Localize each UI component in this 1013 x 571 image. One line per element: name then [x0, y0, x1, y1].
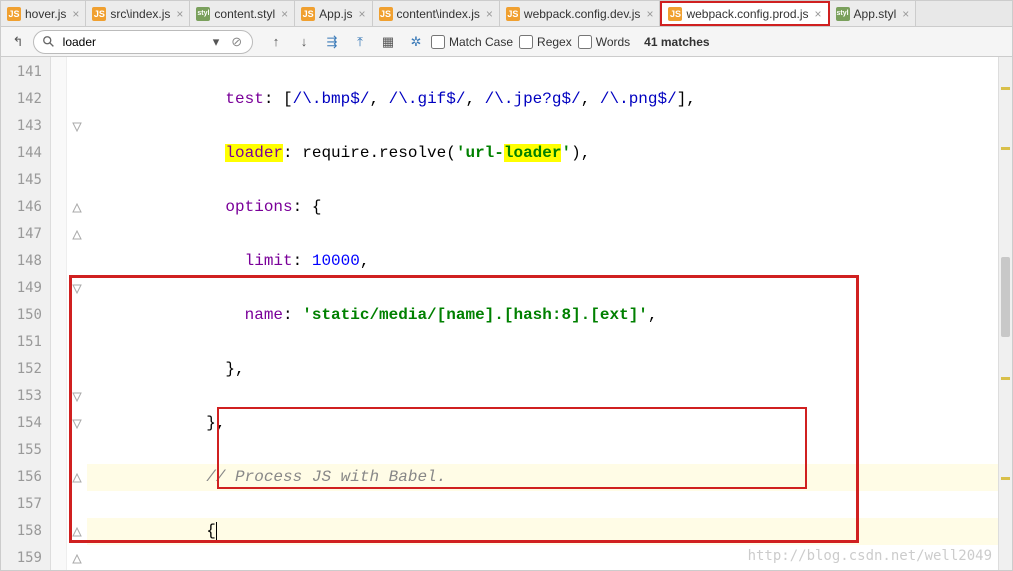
tab-app-styl[interactable]: styl App.styl × — [830, 1, 917, 26]
find-bar: ↰ ▾ ⊘ ↑ ↓ ⇶ ⤒ ▦ ✲ Match Case Regex Wor — [1, 27, 1012, 57]
fold-toggle[interactable] — [67, 221, 87, 248]
styl-icon: styl — [196, 7, 210, 21]
fold-toggle[interactable] — [67, 275, 87, 302]
next-match-icon[interactable]: ↓ — [295, 33, 313, 51]
tab-label: webpack.config.dev.js — [524, 7, 641, 21]
vertical-scrollbar[interactable] — [998, 57, 1012, 570]
close-icon[interactable]: × — [486, 7, 493, 21]
fold-gutter — [51, 57, 67, 570]
search-actions: ↑ ↓ ⇶ ⤒ ▦ ✲ — [267, 33, 425, 51]
search-icon — [42, 33, 57, 51]
close-icon[interactable]: × — [902, 7, 909, 21]
fold-toggle[interactable] — [67, 194, 87, 221]
tab-label: webpack.config.prod.js — [686, 7, 808, 21]
match-count: 41 matches — [644, 35, 709, 49]
settings-icon[interactable]: ✲ — [407, 33, 425, 51]
tab-label: hover.js — [25, 7, 66, 21]
js-icon: JS — [7, 7, 21, 21]
tab-label: App.styl — [854, 7, 897, 21]
tab-label: content\index.js — [397, 7, 480, 21]
add-selection-icon[interactable]: ⤒ — [351, 33, 369, 51]
tab-webpack-prod[interactable]: JS webpack.config.prod.js × — [660, 1, 829, 26]
search-field-wrap: ▾ ⊘ — [33, 30, 253, 54]
fold-toggle[interactable] — [67, 545, 87, 570]
fold-toggle[interactable] — [67, 518, 87, 545]
clear-search-icon[interactable]: ⊘ — [229, 33, 244, 51]
tab-webpack-dev[interactable]: JS webpack.config.dev.js × — [500, 1, 661, 26]
select-all-icon[interactable]: ⇶ — [323, 33, 341, 51]
filter-icon[interactable]: ▦ — [379, 33, 397, 51]
match-case-input[interactable] — [431, 35, 445, 49]
fold-toggle[interactable] — [67, 410, 87, 437]
tab-content-index-js[interactable]: JS content\index.js × — [373, 1, 500, 26]
tab-hover-js[interactable]: JS hover.js × — [1, 1, 86, 26]
fold-strip — [67, 57, 87, 570]
fold-toggle[interactable] — [67, 383, 87, 410]
editor-tabs: JS hover.js × JS src\index.js × styl con… — [1, 1, 1012, 27]
prev-match-icon[interactable]: ↑ — [267, 33, 285, 51]
fold-toggle[interactable] — [67, 464, 87, 491]
tab-label: App.js — [319, 7, 352, 21]
js-icon: JS — [92, 7, 106, 21]
fold-toggle[interactable] — [67, 113, 87, 140]
search-input[interactable] — [63, 35, 203, 49]
js-icon: JS — [668, 7, 682, 21]
close-icon[interactable]: × — [176, 7, 183, 21]
close-icon[interactable]: × — [815, 7, 822, 21]
close-icon[interactable]: × — [646, 7, 653, 21]
match-case-checkbox[interactable]: Match Case — [431, 35, 513, 49]
js-icon: JS — [301, 7, 315, 21]
js-icon: JS — [379, 7, 393, 21]
history-icon[interactable]: ▾ — [209, 33, 224, 51]
tab-label: content.styl — [214, 7, 275, 21]
words-checkbox[interactable]: Words — [578, 35, 630, 49]
close-icon[interactable]: × — [281, 7, 288, 21]
tab-label: src\index.js — [110, 7, 170, 21]
styl-icon: styl — [836, 7, 850, 21]
regex-checkbox[interactable]: Regex — [519, 35, 572, 49]
code-area[interactable]: test: [/\.bmp$/, /\.gif$/, /\.jpe?g$/, /… — [87, 57, 998, 570]
js-icon: JS — [506, 7, 520, 21]
scroll-thumb[interactable] — [1001, 257, 1010, 337]
tab-app-js[interactable]: JS App.js × — [295, 1, 372, 26]
line-numbers: 141 142 143 144 145 146 147 148 149 150 … — [1, 57, 51, 570]
words-input[interactable] — [578, 35, 592, 49]
close-icon[interactable]: × — [359, 7, 366, 21]
regex-input[interactable] — [519, 35, 533, 49]
close-icon[interactable]: × — [72, 7, 79, 21]
editor: 141 142 143 144 145 146 147 148 149 150 … — [1, 57, 1012, 570]
tab-content-styl[interactable]: styl content.styl × — [190, 1, 295, 26]
back-icon[interactable]: ↰ — [9, 33, 27, 51]
tab-src-index-js[interactable]: JS src\index.js × — [86, 1, 190, 26]
